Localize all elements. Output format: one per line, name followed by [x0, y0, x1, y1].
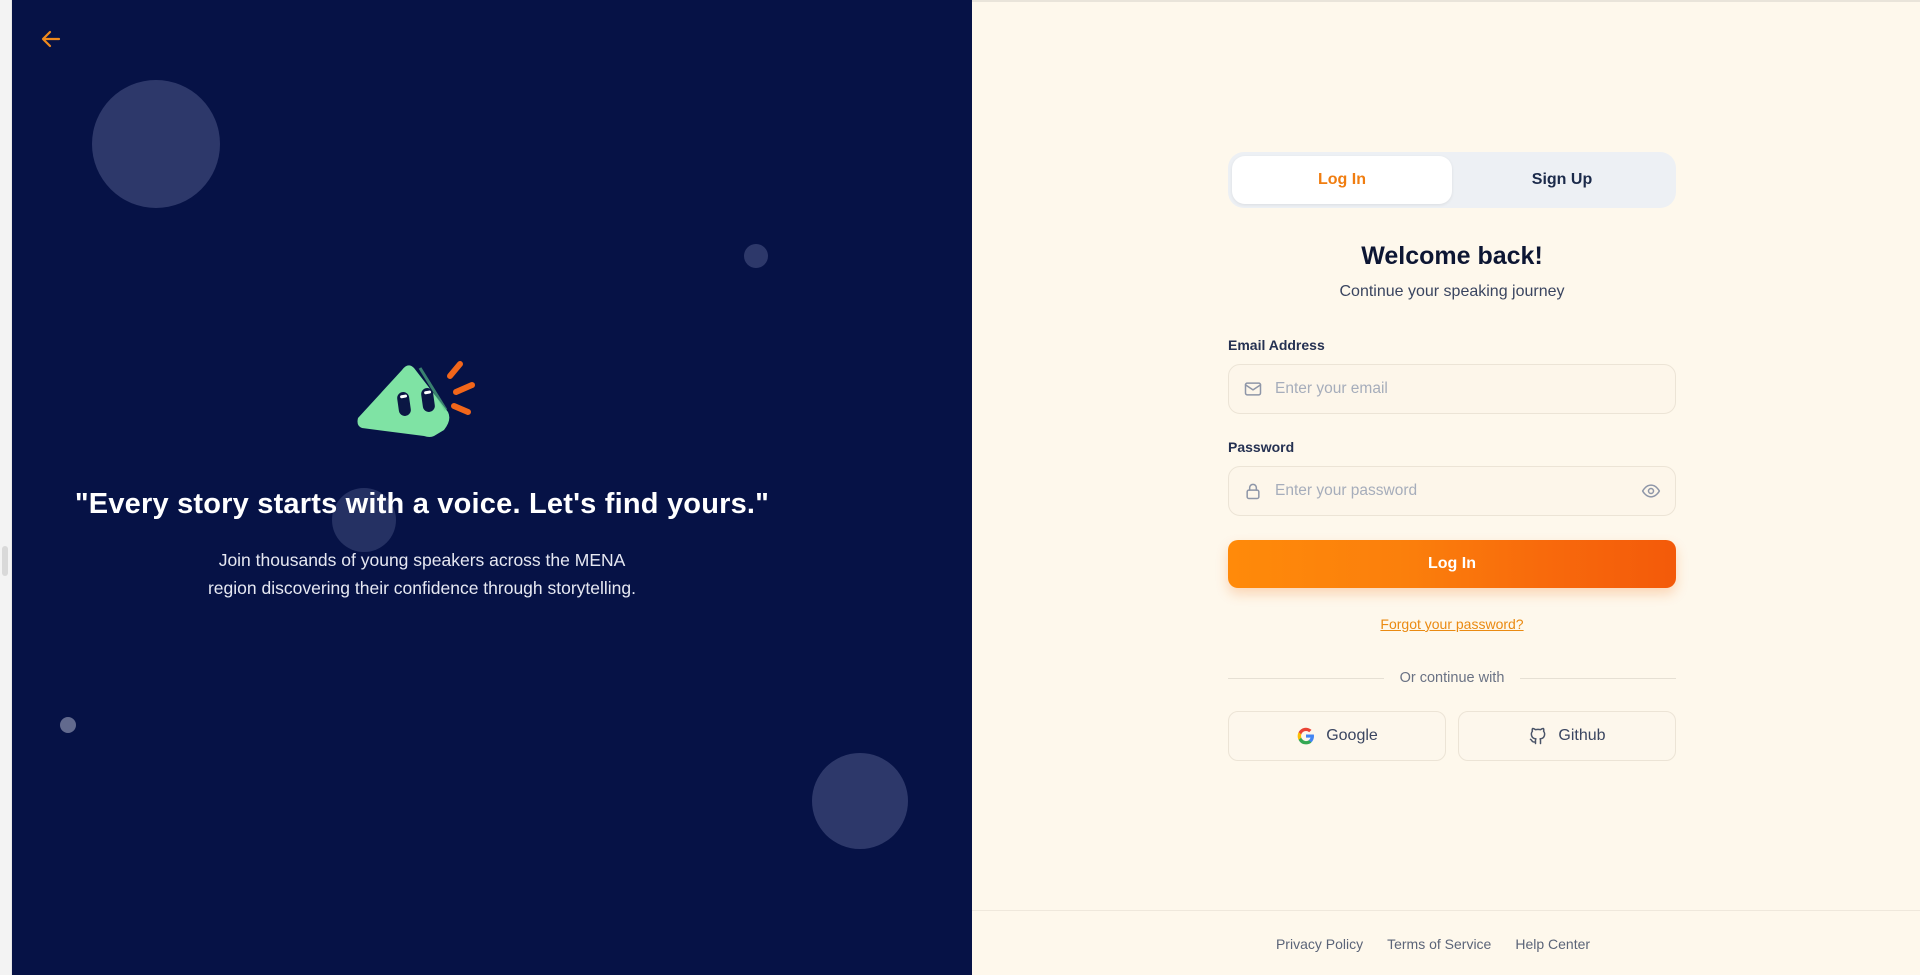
divider-line [1520, 677, 1676, 679]
footer: Privacy Policy Terms of Service Help Cen… [972, 910, 1920, 975]
decor-circle [812, 753, 908, 849]
page-subtitle: Continue your speaking journey [1339, 283, 1565, 300]
hero-quote: "Every story starts with a voice. Let's … [74, 488, 770, 520]
megaphone-mascot-icon [342, 348, 492, 448]
email-field-wrapper [1228, 364, 1676, 414]
hero-panel: "Every story starts with a voice. Let's … [12, 0, 972, 975]
github-icon [1528, 726, 1548, 746]
auth-panel: Log In Sign Up Welcome back! Continue yo… [972, 0, 1920, 975]
google-button[interactable]: Google [1228, 711, 1446, 761]
page-title: Welcome back! [1361, 242, 1543, 270]
footer-link-terms-of-service[interactable]: Terms of Service [1387, 936, 1491, 952]
github-button[interactable]: Github [1458, 711, 1676, 761]
tab-sign-up[interactable]: Sign Up [1452, 156, 1672, 204]
decor-circle [92, 80, 220, 208]
divider-label: Or continue with [1399, 670, 1505, 686]
forgot-password-link[interactable]: Forgot your password? [1228, 616, 1676, 632]
lock-icon [1243, 481, 1263, 501]
decor-circle [60, 717, 76, 733]
resize-grip[interactable] [2, 546, 8, 576]
password-label: Password [1228, 439, 1295, 455]
log-in-button[interactable]: Log In [1228, 540, 1676, 588]
or-divider: Or continue with [1228, 669, 1676, 687]
email-label: Email Address [1228, 337, 1325, 353]
email-input[interactable] [1275, 380, 1661, 398]
divider-line [1228, 677, 1384, 679]
github-label: Github [1558, 727, 1606, 744]
google-icon [1296, 726, 1316, 746]
decor-circle [744, 244, 768, 268]
arrow-left-icon [39, 27, 63, 51]
eye-icon[interactable] [1641, 481, 1661, 501]
left-window-edge [0, 0, 12, 975]
password-input[interactable] [1275, 482, 1641, 500]
mail-icon [1243, 379, 1263, 399]
password-field-wrapper [1228, 466, 1676, 516]
footer-link-privacy-policy[interactable]: Privacy Policy [1276, 936, 1363, 952]
footer-link-help-center[interactable]: Help Center [1515, 936, 1590, 952]
back-button[interactable] [36, 24, 66, 54]
google-label: Google [1326, 727, 1378, 744]
hero-subtitle: Join thousands of young speakers across … [207, 550, 637, 598]
auth-tabs: Log In Sign Up [1228, 152, 1676, 208]
tab-log-in[interactable]: Log In [1232, 156, 1452, 204]
